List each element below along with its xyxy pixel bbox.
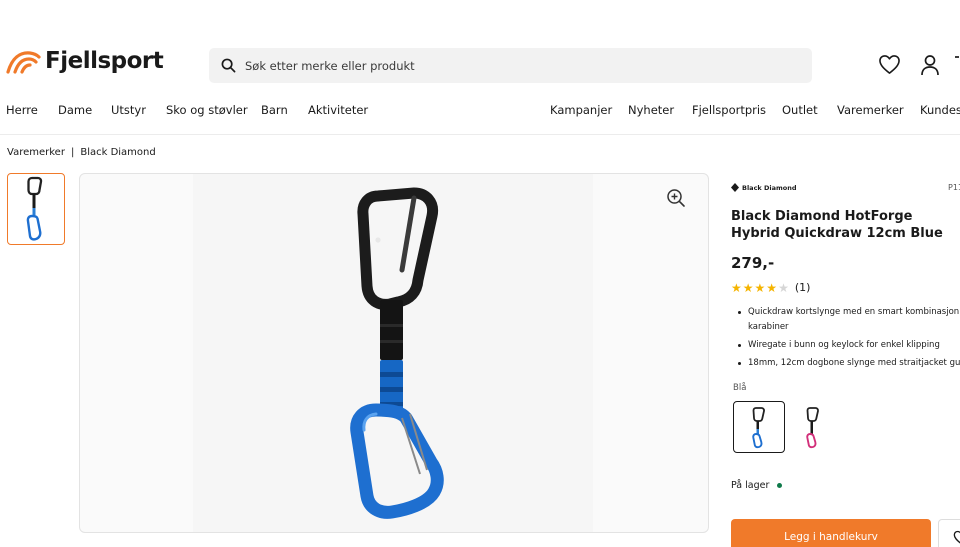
feature-item: Quickdraw kortslynge med en smart kombin… bbox=[737, 305, 960, 335]
quickdraw-blue-swatch-image bbox=[752, 407, 765, 449]
product-price: 279,- bbox=[731, 254, 775, 272]
quickdraw-pink-swatch-image bbox=[806, 407, 819, 449]
wishlist-button[interactable] bbox=[938, 519, 960, 547]
stock-status: På lager bbox=[731, 480, 783, 491]
search-icon bbox=[221, 58, 236, 73]
nav-item-outlet[interactable]: Outlet bbox=[782, 103, 818, 117]
star-empty-icon: ★ bbox=[778, 280, 789, 295]
breadcrumb-separator: | bbox=[70, 147, 75, 158]
color-swatch-pink[interactable] bbox=[789, 401, 841, 453]
review-count: (1) bbox=[794, 281, 811, 294]
logo-text: Fjellsport bbox=[45, 48, 164, 74]
breadcrumb-item-varemerker[interactable]: Varemerker bbox=[7, 147, 65, 158]
search-placeholder: Søk etter merke eller produkt bbox=[245, 58, 415, 73]
product-feature-list: Quickdraw kortslynge med en smart kombin… bbox=[737, 305, 960, 374]
brand-logo-text: Black Diamond bbox=[742, 183, 797, 192]
logo-mountain-icon bbox=[6, 51, 41, 74]
zoom-in-icon[interactable] bbox=[666, 188, 686, 208]
site-logo[interactable]: Fjellsport bbox=[6, 48, 164, 74]
nav-item-dame[interactable]: Dame bbox=[58, 103, 92, 117]
product-sku: P11 bbox=[948, 183, 960, 192]
nav-item-utstyr[interactable]: Utstyr bbox=[111, 103, 146, 117]
feature-item: Wiregate i bunn og keylock for enkel kli… bbox=[737, 338, 960, 353]
star-icon: ★ bbox=[754, 280, 766, 295]
heart-icon bbox=[953, 530, 960, 544]
star-icon: ★ bbox=[742, 280, 754, 295]
cart-icon[interactable] bbox=[954, 54, 960, 76]
nav-item-nyheter[interactable]: Nyheter bbox=[628, 103, 674, 117]
breadcrumb: Varemerker | Black Diamond bbox=[7, 147, 156, 158]
product-title: Black Diamond HotForge Hybrid Quickdraw … bbox=[731, 209, 943, 241]
add-to-cart-button[interactable]: Legg i handlekurv bbox=[731, 519, 931, 547]
in-stock-dot-icon bbox=[777, 483, 783, 488]
feature-item: 18mm, 12cm dogbone slynge med straitjack… bbox=[737, 356, 960, 371]
nav-item-kampanjer[interactable]: Kampanjer bbox=[550, 103, 612, 117]
star-icon: ★ bbox=[766, 280, 778, 295]
color-swatch-blue[interactable] bbox=[733, 401, 785, 453]
product-main-image[interactable] bbox=[79, 173, 709, 533]
site-header: Fjellsport Søk etter merke eller produkt… bbox=[0, 0, 960, 135]
quickdraw-main-image bbox=[350, 187, 444, 519]
nav-item-barn[interactable]: Barn bbox=[261, 103, 288, 117]
nav-item-kundeservice[interactable]: Kundeservice bbox=[920, 103, 960, 117]
star-icon: ★ bbox=[731, 280, 742, 295]
color-label: Blå bbox=[733, 383, 747, 393]
nav-item-varemerker[interactable]: Varemerker bbox=[837, 103, 904, 117]
heart-icon[interactable] bbox=[878, 54, 901, 75]
nav-item-aktiviteter[interactable]: Aktiviteter bbox=[308, 103, 368, 117]
black-diamond-logo-icon bbox=[731, 183, 739, 192]
brand-logo[interactable]: Black Diamond bbox=[731, 183, 797, 192]
product-thumbnail[interactable] bbox=[7, 173, 65, 245]
user-icon[interactable] bbox=[920, 54, 940, 76]
nav-item-sko-og-stovler[interactable]: Sko og støvler bbox=[166, 103, 248, 117]
product-rating[interactable]: ★ ★ ★ ★ ★ (1) bbox=[731, 281, 810, 294]
quickdraw-thumbnail-image bbox=[26, 176, 43, 241]
breadcrumb-item-brand[interactable]: Black Diamond bbox=[80, 147, 155, 158]
nav-item-herre[interactable]: Herre bbox=[6, 103, 38, 117]
search-input[interactable]: Søk etter merke eller produkt bbox=[209, 48, 812, 83]
stock-label: På lager bbox=[731, 480, 770, 491]
nav-item-fjellsportpris[interactable]: Fjellsportpris bbox=[692, 103, 766, 117]
